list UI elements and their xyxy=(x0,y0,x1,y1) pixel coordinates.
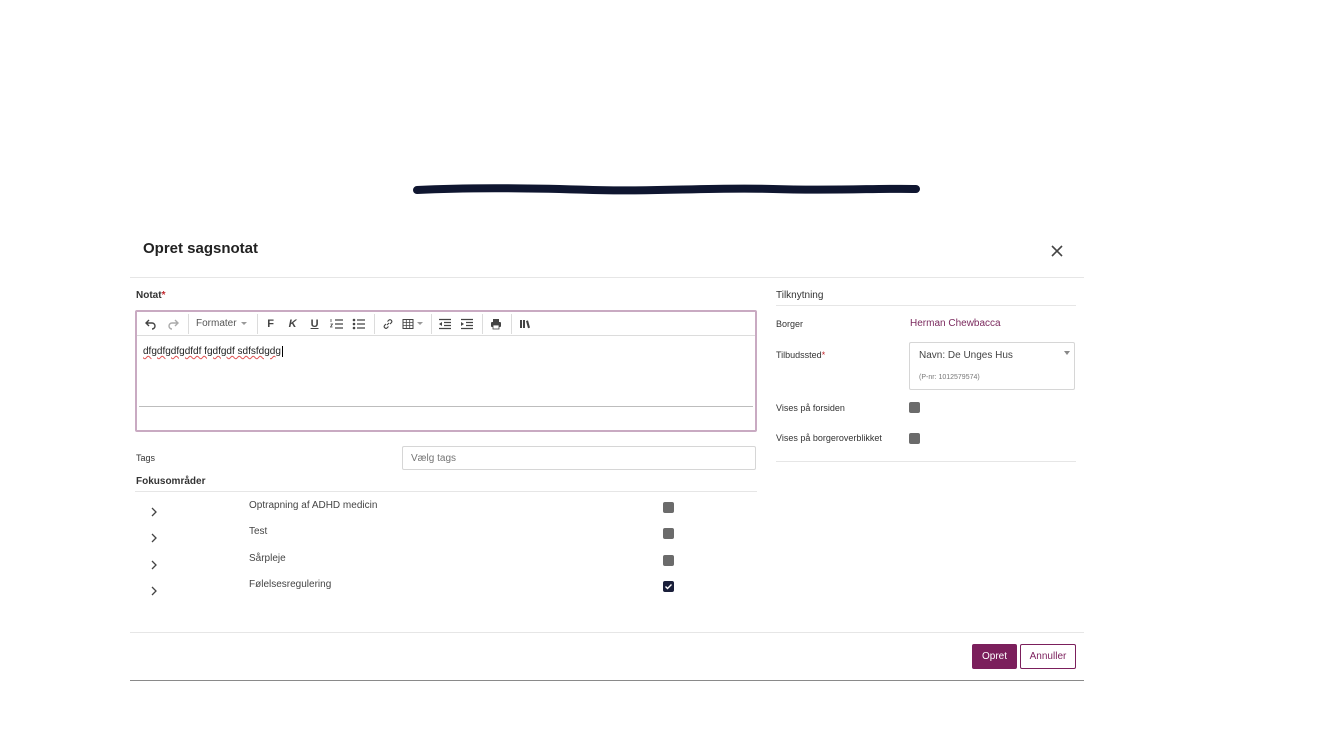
editor-divider xyxy=(139,406,753,407)
focus-area-checkbox[interactable] xyxy=(663,502,674,513)
focus-area-label: Test xyxy=(249,526,268,537)
toolbar-separator xyxy=(373,313,375,334)
tags-label: Tags xyxy=(136,453,156,463)
focus-area-label: Optrapning af ADHD medicin xyxy=(249,500,378,511)
caret-down-icon xyxy=(1064,351,1070,355)
focus-area-checkbox[interactable] xyxy=(663,555,674,566)
editor-text-value: dfgdfgdfgdfdf fgdfgdf sdfsfdgdg xyxy=(143,346,281,358)
caret-down-icon xyxy=(416,321,423,325)
library-icon xyxy=(519,319,530,328)
required-mark: * xyxy=(161,290,166,301)
redo-icon xyxy=(168,319,179,330)
italic-button[interactable]: K xyxy=(283,314,303,334)
chevron-right-icon[interactable] xyxy=(149,506,159,518)
borger-link[interactable]: Herman Chewbacca xyxy=(910,318,1001,329)
bold-button[interactable]: F xyxy=(261,314,281,334)
table-icon xyxy=(402,318,414,329)
numbered-list-icon xyxy=(329,318,343,329)
note-editor[interactable]: Formater F K U dfgdfgdfgdfdf fgdfgdf sdf… xyxy=(135,310,757,432)
show-overview-checkbox[interactable] xyxy=(909,433,920,444)
chevron-right-icon[interactable] xyxy=(149,532,159,544)
focus-areas-label: Fokusområder xyxy=(136,476,206,487)
modal-title: Opret sagsnotat xyxy=(143,240,259,257)
editor-toolbar: Formater F K U xyxy=(137,312,755,336)
check-icon xyxy=(665,584,672,590)
show-frontpage-checkbox[interactable] xyxy=(909,402,920,413)
chevron-right-icon[interactable] xyxy=(149,559,159,571)
link-button[interactable] xyxy=(378,314,398,334)
underline-button[interactable]: U xyxy=(305,314,325,334)
toolbar-separator xyxy=(188,313,189,334)
bullet-list-icon xyxy=(352,318,365,329)
association-divider xyxy=(776,305,1076,306)
indent-icon xyxy=(460,318,473,329)
offer-location-select[interactable]: Navn: De Unges Hus (P-nr: 1012579574) xyxy=(909,342,1075,390)
modal-footer-divider xyxy=(130,632,1084,633)
redaction-scribble xyxy=(413,184,920,195)
redo-button[interactable] xyxy=(163,314,183,334)
undo-icon xyxy=(145,319,156,330)
cancel-button[interactable]: Annuller xyxy=(1020,644,1076,669)
note-label: Notat* xyxy=(136,290,165,301)
focus-area-label: Sårpleje xyxy=(249,553,286,564)
focus-area-row: Følelsesregulering xyxy=(135,579,757,605)
format-dropdown[interactable]: Formater xyxy=(192,314,252,334)
note-label-text: Notat xyxy=(136,290,162,301)
create-button[interactable]: Opret xyxy=(972,644,1017,669)
offer-location-pnr: (P-nr: 1012579574) xyxy=(919,374,980,381)
print-button[interactable] xyxy=(486,314,506,334)
show-overview-label: Vises på borgeroverblikket xyxy=(776,433,882,443)
modal-header: Opret sagsnotat xyxy=(130,226,1084,278)
outdent-button[interactable] xyxy=(435,314,455,334)
toolbar-separator xyxy=(510,313,512,334)
numbered-list-button[interactable] xyxy=(327,314,347,334)
required-mark: * xyxy=(821,350,826,360)
print-icon xyxy=(490,318,501,329)
format-dropdown-label: Formater xyxy=(196,318,237,329)
tags-input[interactable] xyxy=(402,446,756,470)
bullet-list-button[interactable] xyxy=(349,314,369,334)
toolbar-separator xyxy=(256,313,258,334)
association-bottom-divider xyxy=(776,461,1076,462)
borger-label: Borger xyxy=(776,319,804,329)
link-icon xyxy=(383,318,392,329)
text-caret xyxy=(281,346,283,357)
focus-area-row: Test xyxy=(135,526,757,552)
offer-location-label-text: Tilbudssted xyxy=(776,350,822,360)
create-case-note-modal: Opret sagsnotat Notat* Formater F K U df… xyxy=(130,226,1084,681)
outdent-icon xyxy=(438,318,451,329)
indent-button[interactable] xyxy=(457,314,477,334)
focus-area-checkbox-checked[interactable] xyxy=(663,581,674,592)
caret-down-icon xyxy=(240,321,247,325)
undo-button[interactable] xyxy=(141,314,161,334)
focus-area-label: Følelsesregulering xyxy=(249,579,332,590)
chevron-right-icon[interactable] xyxy=(149,585,159,597)
association-heading: Tilknytning xyxy=(776,290,824,301)
editor-text[interactable]: dfgdfgdfgdfdf fgdfgdf sdfsfdgdg xyxy=(143,346,283,357)
focus-areas-divider xyxy=(135,491,757,492)
toolbar-separator xyxy=(481,313,483,334)
offer-location-label: Tilbudssted* xyxy=(776,350,825,360)
focus-area-checkbox[interactable] xyxy=(663,528,674,539)
focus-area-row: Sårpleje xyxy=(135,553,757,579)
show-frontpage-label: Vises på forsiden xyxy=(776,403,845,413)
table-button[interactable] xyxy=(400,314,426,334)
offer-location-name: Navn: De Unges Hus xyxy=(919,350,1013,361)
templates-button[interactable] xyxy=(515,314,535,334)
toolbar-separator xyxy=(430,313,432,334)
close-icon[interactable] xyxy=(1048,242,1066,260)
focus-area-row: Optrapning af ADHD medicin xyxy=(135,500,757,526)
